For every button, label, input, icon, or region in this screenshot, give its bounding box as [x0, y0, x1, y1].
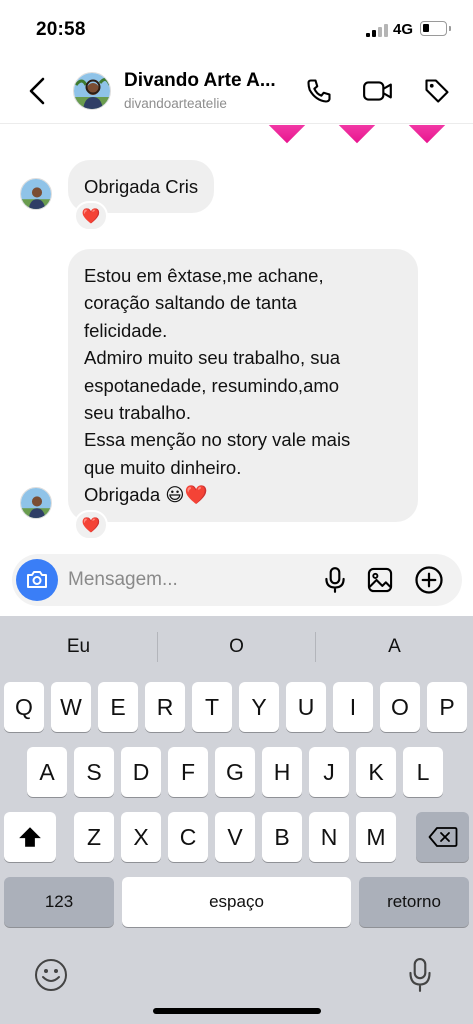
dictation-button[interactable]: [400, 955, 440, 995]
message-text: seu trabalho.: [84, 402, 191, 424]
suggestion-item[interactable]: O: [158, 616, 315, 678]
message-bubble[interactable]: Estou em êxtase,me achane, coração salta…: [68, 249, 418, 522]
suggestion-item[interactable]: A: [316, 616, 473, 678]
key-p[interactable]: P: [427, 682, 467, 732]
key-d[interactable]: D: [121, 747, 161, 797]
reaction-badge[interactable]: ❤️: [74, 201, 108, 231]
contact-username[interactable]: divandoarteatelie: [124, 96, 227, 111]
key-g[interactable]: G: [215, 747, 255, 797]
home-indicator: [153, 1008, 321, 1014]
voice-call-button[interactable]: [303, 75, 335, 107]
key-j[interactable]: J: [309, 747, 349, 797]
emoji-icon: [35, 959, 67, 991]
key-q[interactable]: Q: [4, 682, 44, 732]
key-i[interactable]: I: [333, 682, 373, 732]
key-z[interactable]: Z: [74, 812, 114, 862]
numbers-key[interactable]: 123: [4, 877, 114, 927]
voice-message-button[interactable]: [319, 564, 351, 596]
reaction-badge[interactable]: ❤️: [74, 510, 108, 540]
message-composer: [12, 554, 462, 606]
key-a[interactable]: A: [27, 747, 67, 797]
heart-sticker-icon: [405, 125, 449, 144]
message-text: coração saltando de tanta: [84, 292, 297, 314]
heart-sticker-icon: [335, 125, 379, 144]
key-c[interactable]: C: [168, 812, 208, 862]
sender-avatar[interactable]: [20, 487, 52, 519]
gallery-button[interactable]: [364, 564, 396, 596]
heart-sticker-icon: [265, 125, 309, 144]
key-s[interactable]: S: [74, 747, 114, 797]
key-f[interactable]: F: [168, 747, 208, 797]
suggestion-item[interactable]: Eu: [0, 616, 157, 678]
image-icon: [367, 567, 393, 593]
key-l[interactable]: L: [403, 747, 443, 797]
key-o[interactable]: O: [380, 682, 420, 732]
shift-icon: [19, 827, 41, 847]
key-n[interactable]: N: [309, 812, 349, 862]
key-y[interactable]: Y: [239, 682, 279, 732]
camera-icon: [27, 571, 47, 588]
key-u[interactable]: U: [286, 682, 326, 732]
message-text: Obrigada 😃❤️: [84, 484, 208, 506]
back-button[interactable]: [22, 74, 52, 108]
key-e[interactable]: E: [98, 682, 138, 732]
key-r[interactable]: R: [145, 682, 185, 732]
key-b[interactable]: B: [262, 812, 302, 862]
key-m[interactable]: M: [356, 812, 396, 862]
key-v[interactable]: V: [215, 812, 255, 862]
key-w[interactable]: W: [51, 682, 91, 732]
battery-icon: [420, 21, 451, 36]
contact-name[interactable]: Divando Arte A...: [124, 70, 276, 92]
camera-button[interactable]: [16, 559, 58, 601]
chat-header: Divando Arte A... divandoarteatelie: [0, 58, 473, 124]
video-camera-icon: [363, 81, 392, 101]
message-input[interactable]: [68, 564, 308, 596]
return-key[interactable]: retorno: [359, 877, 469, 927]
more-options-button[interactable]: [413, 564, 445, 596]
status-time: 20:58: [36, 19, 86, 40]
key-k[interactable]: K: [356, 747, 396, 797]
plus-circle-icon: [415, 566, 443, 594]
emoji-keyboard-button[interactable]: [31, 955, 71, 995]
backspace-key[interactable]: [416, 812, 469, 862]
message-text: felicidade.: [84, 319, 168, 341]
network-label: 4G: [393, 21, 414, 38]
message-text: Admiro muito seu trabalho, sua: [84, 347, 341, 369]
key-t[interactable]: T: [192, 682, 232, 732]
phone-icon: [307, 79, 331, 103]
message-text: que muito dinheiro.: [84, 456, 242, 478]
contact-avatar[interactable]: [73, 72, 111, 110]
tag-icon: [425, 79, 449, 103]
sender-avatar[interactable]: [20, 178, 52, 210]
video-call-button[interactable]: [362, 75, 394, 107]
back-arrow-icon: [29, 77, 45, 105]
message-text: Estou em êxtase,me achane,: [84, 265, 324, 286]
key-x[interactable]: X: [121, 812, 161, 862]
backspace-icon: [428, 827, 457, 847]
shift-key[interactable]: [4, 812, 56, 862]
microphone-icon: [325, 567, 345, 593]
label-button[interactable]: [421, 75, 453, 107]
message-thread: Obrigada Cris ❤️ Estou em êxtase,me acha…: [0, 125, 473, 550]
message-text: Essa menção no story vale mais: [84, 429, 351, 451]
space-key[interactable]: espaço: [122, 877, 351, 927]
keyboard: Eu O A Q W E R T Y U I O P A S D F G H J…: [0, 616, 473, 1024]
message-text: espotanedade, resumindo,amo: [84, 374, 340, 396]
status-bar: 20:58 4G: [0, 0, 473, 58]
signal-icon: [366, 24, 388, 37]
suggestion-bar: Eu O A: [0, 616, 473, 678]
message-text: Obrigada Cris: [84, 176, 199, 197]
dictation-mic-icon: [409, 958, 431, 992]
key-h[interactable]: H: [262, 747, 302, 797]
